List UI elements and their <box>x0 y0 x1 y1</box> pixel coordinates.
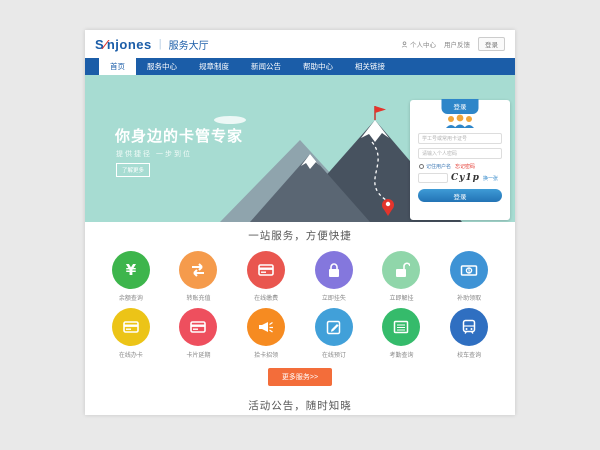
money-icon: $ <box>450 251 488 289</box>
hero-banner: 你身边的卡管专家 提供捷径 一步到位 了解更多 登录 记住用户名 忘记密码 <box>85 75 515 222</box>
nav-item-4[interactable]: 帮助中心 <box>292 58 344 75</box>
service-label: 卡片延期 <box>165 350 233 359</box>
hero-subtitle: 提供捷径 一步到位 <box>116 149 192 159</box>
service-item-10[interactable]: 考勤查询 <box>368 308 436 359</box>
hero-title: 你身边的卡管专家 <box>115 125 243 146</box>
service-label: 立即解挂 <box>368 293 436 302</box>
nav-item-0[interactable]: 首页 <box>99 58 136 75</box>
nav-item-2[interactable]: 规章制度 <box>188 58 240 75</box>
login-submit-button[interactable]: 登录 <box>418 189 502 202</box>
lock-icon <box>315 251 353 289</box>
service-label: 转账充值 <box>165 293 233 302</box>
portal-page: S⁄njones | 服务大厅 个人中心 用户反馈 登录 首页服务中心规章制度新… <box>85 30 515 415</box>
portal-title: 服务大厅 <box>169 37 209 52</box>
service-item-5[interactable]: $ 补助领取 <box>435 251 503 302</box>
service-label: 校车查询 <box>435 350 503 359</box>
service-item-8[interactable]: 拾卡招领 <box>232 308 300 359</box>
service-item-3[interactable]: 立即挂失 <box>300 251 368 302</box>
service-label: 补助领取 <box>435 293 503 302</box>
forgot-password-link[interactable]: 忘记密码 <box>455 163 475 170</box>
announcements-section: 活动公告，随时知晓 使用指南 最新公告 更多>> 使用指南 更多>> <box>85 392 515 415</box>
nav-item-1[interactable]: 服务中心 <box>136 58 188 75</box>
services-section: 一站服务，方便快捷 ¥ 余额查询转账充值在线缴费立即挂失立即解挂 $ 补助领取在线办卡… <box>85 222 515 386</box>
card-icon <box>179 308 217 346</box>
remember-row: 记住用户名 忘记密码 <box>419 163 502 170</box>
yen-icon: ¥ <box>112 251 150 289</box>
service-item-0[interactable]: ¥ 余额查询 <box>97 251 165 302</box>
remember-label: 记住用户名 <box>426 163 451 170</box>
more-services-button[interactable]: 更多服务>> <box>268 368 332 386</box>
header-login-button[interactable]: 登录 <box>478 37 505 51</box>
brand-logo[interactable]: S⁄njones <box>95 37 152 52</box>
service-item-6[interactable]: 在线办卡 <box>97 308 165 359</box>
bus-icon <box>450 308 488 346</box>
captcha-row: Cy1p 换一张 <box>418 173 502 183</box>
users-icon <box>418 114 502 129</box>
header-links: 个人中心 用户反馈 登录 <box>401 37 505 51</box>
header-divider: | <box>159 38 162 50</box>
service-item-9[interactable]: 在线预订 <box>300 308 368 359</box>
service-label: 考勤查询 <box>368 350 436 359</box>
transfer-icon <box>179 251 217 289</box>
service-label: 余额查询 <box>97 293 165 302</box>
edit-icon <box>315 308 353 346</box>
svg-text:¥: ¥ <box>126 261 137 279</box>
services-title: 一站服务，方便快捷 <box>85 228 515 243</box>
remember-checkbox[interactable] <box>419 164 424 169</box>
hero-cta-button[interactable]: 了解更多 <box>116 163 150 177</box>
service-item-4[interactable]: 立即解挂 <box>368 251 436 302</box>
brand-text: njones <box>107 37 152 52</box>
service-item-2[interactable]: 在线缴费 <box>232 251 300 302</box>
megaphone-icon <box>247 308 285 346</box>
announcements-title: 活动公告，随时知晓 <box>85 398 515 413</box>
username-input[interactable] <box>418 133 502 144</box>
header: S⁄njones | 服务大厅 个人中心 用户反馈 登录 <box>85 30 515 58</box>
service-label: 在线办卡 <box>97 350 165 359</box>
service-label: 在线预订 <box>300 350 368 359</box>
nav-item-3[interactable]: 新闻公告 <box>240 58 292 75</box>
service-label: 立即挂失 <box>300 293 368 302</box>
nav-item-5[interactable]: 相关链接 <box>344 58 396 75</box>
password-input[interactable] <box>418 148 502 159</box>
service-item-11[interactable]: 校车查询 <box>435 308 503 359</box>
unlock-icon <box>382 251 420 289</box>
service-label: 在线缴费 <box>232 293 300 302</box>
captcha-input[interactable] <box>418 173 448 183</box>
feedback-link[interactable]: 用户反馈 <box>444 39 470 49</box>
card-icon <box>112 308 150 346</box>
list-icon <box>382 308 420 346</box>
card-icon <box>247 251 285 289</box>
login-panel: 登录 记住用户名 忘记密码 Cy1p 换一张 登录 <box>410 100 510 220</box>
captcha-refresh-link[interactable]: 换一张 <box>483 175 498 182</box>
captcha-image: Cy1p <box>451 173 480 183</box>
svg-text:$: $ <box>468 268 471 274</box>
service-label: 拾卡招领 <box>232 350 300 359</box>
services-grid: ¥ 余额查询转账充值在线缴费立即挂失立即解挂 $ 补助领取在线办卡卡片延期拾卡招领在线… <box>97 251 503 359</box>
personal-center-link[interactable]: 个人中心 <box>401 39 436 49</box>
login-tab[interactable]: 登录 <box>442 99 479 114</box>
service-item-7[interactable]: 卡片延期 <box>165 308 233 359</box>
main-nav: 首页服务中心规章制度新闻公告帮助中心相关链接 <box>85 58 515 75</box>
user-icon <box>401 41 408 48</box>
service-item-1[interactable]: 转账充值 <box>165 251 233 302</box>
